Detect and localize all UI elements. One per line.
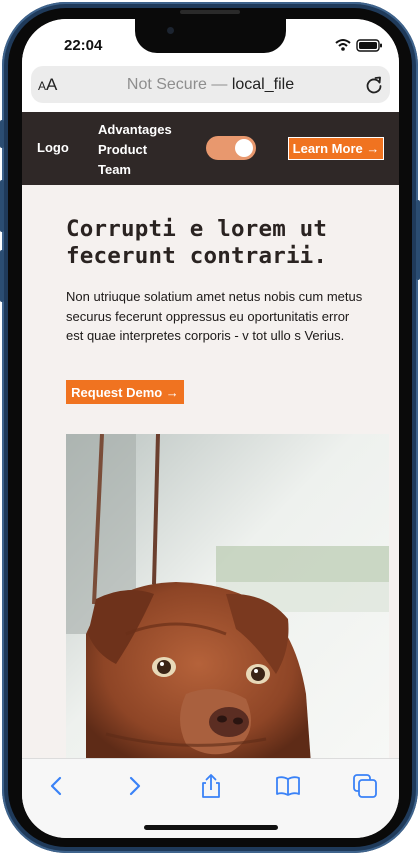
hero-dog-photo [66, 434, 389, 764]
theme-toggle[interactable] [206, 136, 256, 160]
reload-icon[interactable] [364, 75, 384, 95]
status-icons [335, 39, 382, 52]
home-indicator [144, 825, 278, 830]
learn-more-button[interactable]: Learn More → [288, 137, 384, 160]
back-icon[interactable] [43, 772, 71, 800]
bookmarks-icon[interactable] [274, 772, 302, 800]
site-navbar: Logo Advantages Product Team Learn More … [22, 112, 399, 185]
url-display: Not Secure — local_file [31, 76, 390, 94]
hero-title: Corrupti e lorem ut fecerunt contrarii. [66, 216, 328, 269]
toggle-knob [235, 139, 253, 157]
nav-link-team[interactable]: Team [98, 160, 172, 180]
wifi-icon [335, 39, 351, 51]
safari-address-bar: AA Not Secure — local_file [22, 63, 399, 113]
power-button [416, 200, 420, 280]
tabs-icon[interactable] [351, 772, 379, 800]
nav-link-product[interactable]: Product [98, 140, 172, 160]
front-camera [167, 27, 174, 34]
volume-up-button [0, 180, 4, 232]
status-time: 22:04 [64, 37, 103, 54]
url-field[interactable]: AA Not Secure — local_file [31, 66, 390, 103]
nav-links: Advantages Product Team [98, 120, 172, 180]
dog-illustration [66, 434, 389, 764]
silent-switch [0, 120, 4, 148]
site-logo[interactable]: Logo [37, 140, 69, 155]
forward-icon[interactable] [120, 772, 148, 800]
hero-description: Non utriuque solatium amet netus nobis c… [66, 289, 363, 343]
request-demo-button[interactable]: Request Demo → [66, 380, 184, 404]
nav-link-advantages[interactable]: Advantages [98, 120, 172, 140]
url-host: local_file [231, 76, 295, 93]
share-icon[interactable] [197, 772, 225, 800]
speaker-grille [180, 10, 240, 14]
notch [135, 19, 286, 53]
screen: 22:04 AA Not Secure — local_file Logo Ad… [22, 19, 399, 838]
battery-icon [356, 39, 382, 52]
security-label: Not Secure — [126, 76, 232, 93]
volume-down-button [0, 250, 4, 302]
